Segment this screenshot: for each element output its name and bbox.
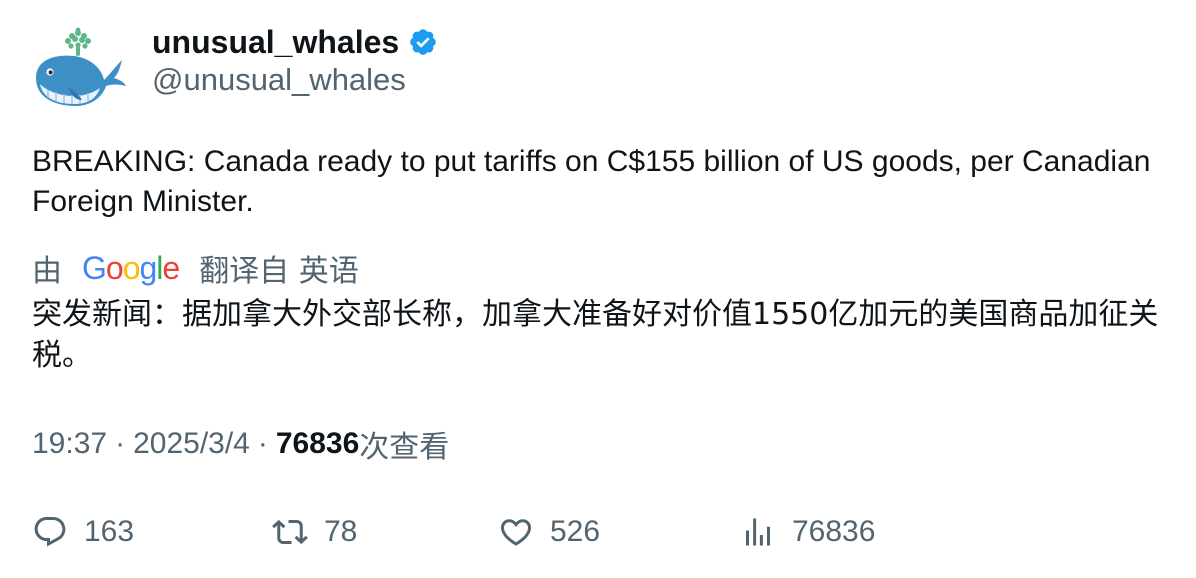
tweet-date[interactable]: 2025/3/4 <box>133 427 250 461</box>
views-chart-icon <box>746 518 770 546</box>
reply-count: 163 <box>84 515 135 548</box>
translation-attribution[interactable]: 由 Google 翻译自 英语 <box>32 248 359 290</box>
heart-icon <box>500 519 532 546</box>
whale-avatar-icon[interactable] <box>32 26 126 110</box>
retweet-icon <box>272 519 308 545</box>
reply-button[interactable]: 163 <box>32 510 134 554</box>
google-logo-letter: g <box>139 249 157 286</box>
retweet-button[interactable]: 78 <box>272 510 357 554</box>
meta-separator: · <box>115 427 126 460</box>
like-button[interactable]: 526 <box>498 510 600 554</box>
google-logo-letter: o <box>122 249 141 286</box>
tweet-body-text: BREAKING: Canada ready to put tariffs on… <box>32 145 1151 218</box>
google-logo: Google <box>82 249 180 287</box>
author-name-row: unusual_whales <box>152 22 438 62</box>
like-count: 526 <box>550 515 601 548</box>
retweet-count: 78 <box>324 515 358 548</box>
author-handle[interactable]: @unusual_whales <box>152 62 438 98</box>
verified-badge-icon[interactable] <box>408 27 438 57</box>
translation-prefix: 由 <box>32 254 62 289</box>
meta-separator: · <box>257 427 268 460</box>
author-display-name[interactable]: unusual_whales <box>152 24 399 61</box>
reply-icon <box>34 517 66 547</box>
google-logo-letter: e <box>162 249 180 286</box>
views-count: 76836 <box>275 427 360 460</box>
translated-tweet-text: 突发新闻：据加拿大外交部长称，加拿大准备好对价值1550亿加元的美国商品加征关税… <box>32 297 1159 373</box>
tweet-time[interactable]: 19:37 <box>32 427 107 461</box>
views-button[interactable]: 76836 <box>740 510 875 554</box>
google-logo-letter: G <box>82 249 107 286</box>
views-label: 次查看 <box>359 430 450 465</box>
translation-suffix: 翻译自 英语 <box>199 254 359 289</box>
tweet-meta: 19:37 · 2025/3/4 · 76836 次查看 <box>32 424 450 465</box>
google-logo-letter: o <box>105 249 124 286</box>
views-action-count: 76836 <box>792 515 876 548</box>
tweet-card: unusual_whales @unusual_whales BREAKING:… <box>0 0 1196 578</box>
author-info: unusual_whales @unusual_whales <box>152 22 438 98</box>
